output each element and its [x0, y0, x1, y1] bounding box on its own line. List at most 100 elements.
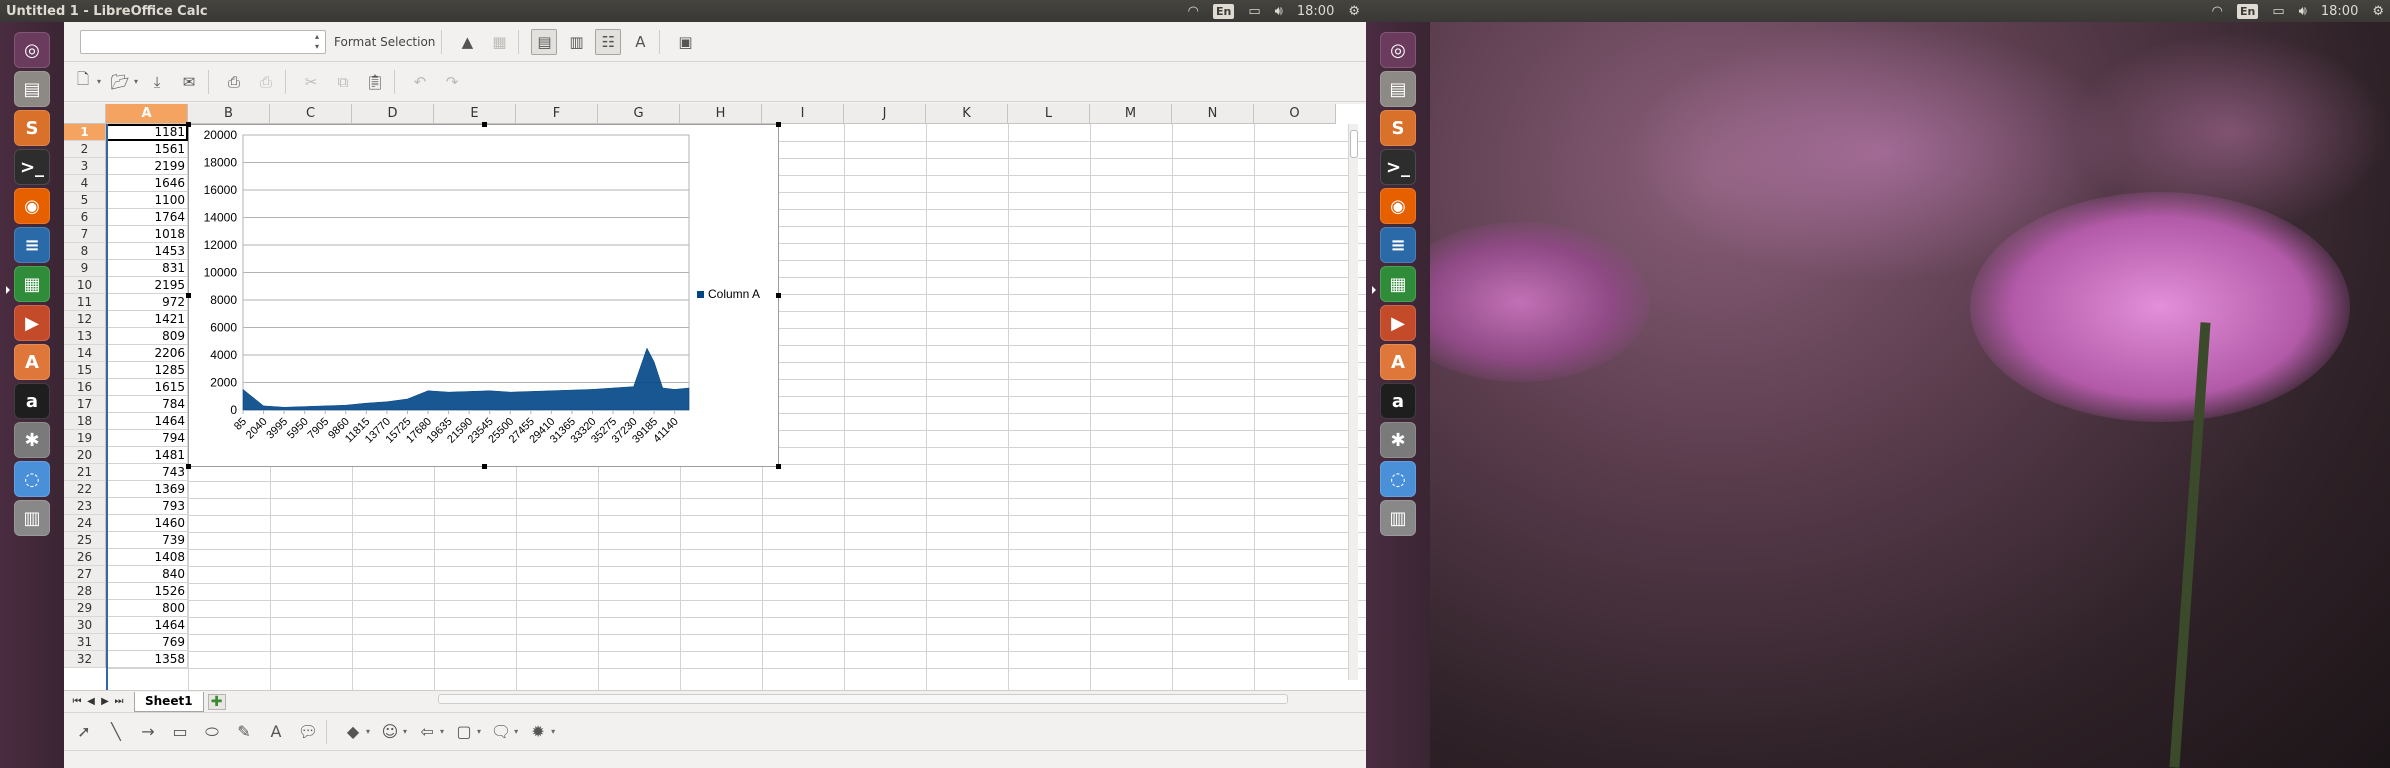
- row-header[interactable]: 22: [64, 481, 106, 498]
- gear-icon[interactable]: ⚙: [1348, 4, 1360, 19]
- launcher-scanner-icon[interactable]: ▥: [1380, 500, 1416, 536]
- row-header[interactable]: 18: [64, 413, 106, 430]
- launcher-sublime-text-icon[interactable]: S: [14, 110, 50, 146]
- horizontal-scrollbar[interactable]: [438, 694, 1288, 704]
- launcher-system-settings-icon[interactable]: ✱: [1380, 422, 1416, 458]
- launcher-software-center-icon[interactable]: A: [14, 344, 50, 380]
- arrow-line-icon[interactable]: →: [136, 720, 160, 744]
- keyboard-layout-indicator[interactable]: En: [2237, 3, 2259, 19]
- chart-element-select[interactable]: [80, 29, 326, 54]
- open-dropdown-chevron-icon[interactable]: ▾: [134, 77, 138, 86]
- table-cell[interactable]: 1100: [106, 192, 188, 209]
- chart-object[interactable]: 20000 18000 16000 14000 12000 10000 8000 6000 40…: [186, 122, 781, 469]
- column-header-a[interactable]: A: [106, 104, 188, 124]
- resize-handle[interactable]: [186, 464, 191, 469]
- launcher-impress-icon[interactable]: ▶: [1380, 305, 1416, 341]
- row-header[interactable]: 25: [64, 532, 106, 549]
- column-header-m[interactable]: M: [1090, 104, 1172, 124]
- row-header[interactable]: 10: [64, 277, 106, 294]
- table-cell[interactable]: 1358: [106, 651, 188, 668]
- open-folder-icon[interactable]: 📂︎: [107, 69, 133, 95]
- row-header[interactable]: 2: [64, 141, 106, 158]
- launcher-sublime-text-icon[interactable]: S: [1380, 110, 1416, 146]
- table-cell[interactable]: 739: [106, 532, 188, 549]
- table-cell[interactable]: 1460: [106, 515, 188, 532]
- format-selection-button[interactable]: Format Selection: [334, 35, 435, 49]
- table-cell[interactable]: 1764: [106, 209, 188, 226]
- select-pointer-icon[interactable]: ➚: [72, 720, 96, 744]
- column-header-g[interactable]: G: [598, 104, 680, 124]
- row-header[interactable]: 23: [64, 498, 106, 515]
- flowchart-icon[interactable]: ▢: [452, 720, 476, 744]
- launcher-ubuntu-dash-icon[interactable]: ◎: [1380, 32, 1416, 68]
- table-cell[interactable]: 2199: [106, 158, 188, 175]
- row-header[interactable]: 12: [64, 311, 106, 328]
- column-header-c[interactable]: C: [270, 104, 352, 124]
- table-cell[interactable]: 2195: [106, 277, 188, 294]
- row-header[interactable]: 31: [64, 634, 106, 651]
- prev-sheet-icon[interactable]: ◀: [84, 694, 98, 710]
- table-cell[interactable]: 743: [106, 464, 188, 481]
- table-cell[interactable]: 1561: [106, 141, 188, 158]
- launcher-firefox-icon[interactable]: ◉: [14, 188, 50, 224]
- launcher-files-icon[interactable]: ▤: [1380, 71, 1416, 107]
- row-header[interactable]: 1: [64, 124, 106, 141]
- row-header[interactable]: 14: [64, 345, 106, 362]
- block-arrows-icon[interactable]: ⇦: [415, 720, 439, 744]
- row-header[interactable]: 15: [64, 362, 106, 379]
- table-cell[interactable]: 1408: [106, 549, 188, 566]
- resize-handle[interactable]: [776, 293, 781, 298]
- launcher-terminal-icon[interactable]: >_: [14, 149, 50, 185]
- row-header[interactable]: 26: [64, 549, 106, 566]
- email-icon[interactable]: ✉: [176, 69, 202, 95]
- copy-icon[interactable]: ⧉: [330, 69, 356, 95]
- undo-icon[interactable]: ↶: [407, 69, 433, 95]
- launcher-scanner-icon[interactable]: ▥: [14, 500, 50, 536]
- row-header[interactable]: 21: [64, 464, 106, 481]
- row-header[interactable]: 5: [64, 192, 106, 209]
- cut-icon[interactable]: ✂: [298, 69, 324, 95]
- row-header[interactable]: 27: [64, 566, 106, 583]
- wifi-icon[interactable]: ◠: [1188, 4, 1199, 19]
- row-header[interactable]: 3: [64, 158, 106, 175]
- row-header[interactable]: 24: [64, 515, 106, 532]
- spreadsheet-grid[interactable]: ABCDEFGHIJKLMNO 1 1181 2 1561 3 2199 4 1646 5 110…: [64, 104, 1366, 690]
- column-header-k[interactable]: K: [926, 104, 1008, 124]
- table-cell[interactable]: 809: [106, 328, 188, 345]
- row-header[interactable]: 9: [64, 260, 106, 277]
- table-cell[interactable]: 1481: [106, 447, 188, 464]
- resize-handle[interactable]: [186, 293, 191, 298]
- resize-handle[interactable]: [776, 464, 781, 469]
- launcher-software-center-icon[interactable]: A: [1380, 344, 1416, 380]
- launcher-chromium-icon[interactable]: ◌: [1380, 461, 1416, 497]
- row-header[interactable]: 28: [64, 583, 106, 600]
- battery-icon[interactable]: ▭: [1248, 4, 1260, 19]
- next-sheet-icon[interactable]: ▶: [98, 694, 112, 710]
- row-header[interactable]: 4: [64, 175, 106, 192]
- row-header[interactable]: 8: [64, 243, 106, 260]
- export-pdf-icon[interactable]: ⎙: [221, 69, 247, 95]
- table-cell[interactable]: 1526: [106, 583, 188, 600]
- row-header[interactable]: 11: [64, 294, 106, 311]
- wifi-icon[interactable]: ◠: [2212, 4, 2223, 19]
- redo-icon[interactable]: ↷: [439, 69, 465, 95]
- stars-dropdown-icon[interactable]: ▾: [551, 727, 555, 736]
- launcher-writer-icon[interactable]: ≡: [14, 227, 50, 263]
- row-header[interactable]: 7: [64, 226, 106, 243]
- table-cell[interactable]: 769: [106, 634, 188, 651]
- launcher-system-settings-icon[interactable]: ✱: [14, 422, 50, 458]
- launcher-calc-icon[interactable]: ▦: [1372, 266, 1416, 302]
- horizontal-grids-icon[interactable]: ▤: [531, 28, 558, 55]
- launcher-files-icon[interactable]: ▤: [14, 71, 50, 107]
- table-cell[interactable]: 793: [106, 498, 188, 515]
- table-cell[interactable]: 840: [106, 566, 188, 583]
- resize-handle[interactable]: [776, 122, 781, 127]
- launcher-impress-icon[interactable]: ▶: [14, 305, 50, 341]
- line-icon[interactable]: ╲: [104, 720, 128, 744]
- launcher-firefox-icon[interactable]: ◉: [1380, 188, 1416, 224]
- table-cell[interactable]: 1181: [106, 124, 188, 141]
- column-header-f[interactable]: F: [516, 104, 598, 124]
- new-document-icon[interactable]: 🗋: [70, 69, 96, 95]
- keyboard-layout-indicator[interactable]: En: [1213, 3, 1235, 19]
- launcher-ubuntu-dash-icon[interactable]: ◎: [14, 32, 50, 68]
